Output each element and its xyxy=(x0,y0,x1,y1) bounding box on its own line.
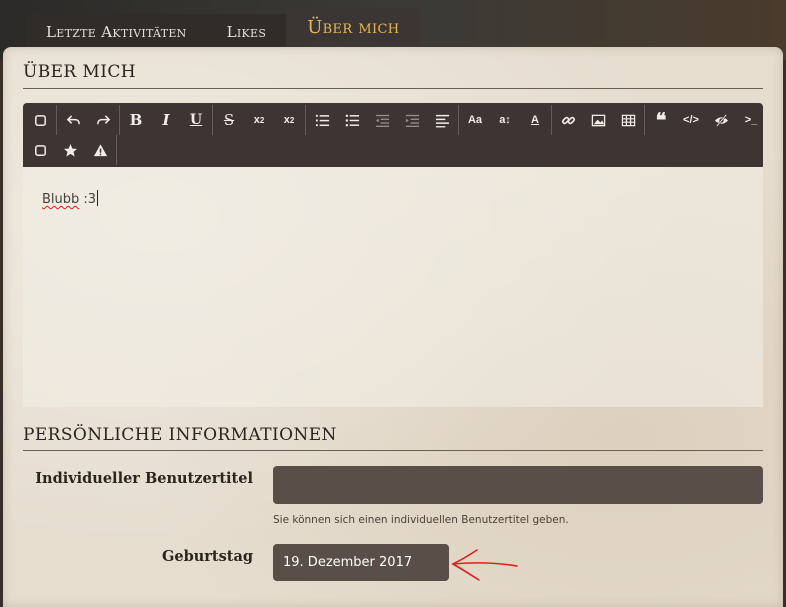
checkbox-icon[interactable] xyxy=(25,105,55,135)
tab-about-me[interactable]: Über mich xyxy=(286,8,421,46)
italic-icon[interactable]: I xyxy=(151,105,181,135)
unordered-list-icon[interactable] xyxy=(337,105,367,135)
tab-likes[interactable]: Likes xyxy=(206,14,287,50)
editor-text-rest: :3 xyxy=(79,192,97,207)
superscript-icon[interactable]: x2 xyxy=(274,105,304,135)
about-section-title: ÜBER MICH xyxy=(23,62,136,82)
line-height-icon[interactable]: a↕ xyxy=(490,105,520,135)
annotation-arrow-icon xyxy=(451,549,518,581)
toolbar-separator xyxy=(119,105,120,135)
align-icon[interactable] xyxy=(427,105,457,135)
editor-content: Blubb :3 xyxy=(42,190,99,207)
image-icon[interactable] xyxy=(583,105,613,135)
editor-toolbar: B I U S x2 x2 Aa a↕ A ❝ </> >_ xyxy=(23,103,763,167)
strikethrough-icon[interactable]: S xyxy=(214,105,244,135)
font-size-icon[interactable]: Aa xyxy=(460,105,490,135)
checkbox-icon[interactable] xyxy=(25,135,55,165)
warning-icon[interactable] xyxy=(85,135,115,165)
user-title-input[interactable] xyxy=(273,466,763,504)
subscript-icon[interactable]: x2 xyxy=(244,105,274,135)
link-icon[interactable] xyxy=(553,105,583,135)
user-title-label: Individueller Benutzertitel xyxy=(35,470,253,487)
section-divider xyxy=(23,88,763,89)
personal-section-title: PERSÖNLICHE INFORMATIONEN xyxy=(23,425,337,445)
toolbar-row-2 xyxy=(25,135,118,165)
outdent-icon[interactable] xyxy=(367,105,397,135)
toolbar-separator xyxy=(116,135,117,165)
toolbar-separator xyxy=(212,105,213,135)
ordered-list-icon[interactable] xyxy=(307,105,337,135)
birthday-input[interactable] xyxy=(273,544,449,581)
toolbar-separator xyxy=(551,105,552,135)
code-icon[interactable]: </> xyxy=(676,105,706,135)
toolbar-separator xyxy=(458,105,459,135)
profile-tabs: Letzte Aktivitäten Likes Über mich xyxy=(26,8,421,50)
spoiler-icon[interactable] xyxy=(706,105,736,135)
toolbar-separator xyxy=(305,105,306,135)
toolbar-row-1: B I U S x2 x2 Aa a↕ A ❝ </> >_ xyxy=(25,105,766,135)
text-caret xyxy=(97,190,99,206)
misspelled-word: Blubb xyxy=(42,192,80,207)
toolbar-separator xyxy=(56,105,57,135)
star-icon[interactable] xyxy=(55,135,85,165)
user-title-hint: Sie können sich einen individuellen Benu… xyxy=(273,514,569,526)
undo-icon[interactable] xyxy=(58,105,88,135)
underline-icon[interactable]: U xyxy=(181,105,211,135)
table-icon[interactable] xyxy=(613,105,643,135)
redo-icon[interactable] xyxy=(88,105,118,135)
birthday-label: Geburtstag xyxy=(161,548,253,565)
content-panel: ÜBER MICH B I U S x2 x2 Aa a↕ A ❝ </> >_… xyxy=(3,47,783,607)
quote-icon[interactable]: ❝ xyxy=(646,105,676,135)
indent-icon[interactable] xyxy=(397,105,427,135)
toolbar-separator xyxy=(644,105,645,135)
about-editor[interactable]: Blubb :3 xyxy=(23,167,763,407)
text-color-icon[interactable]: A xyxy=(520,105,550,135)
tab-recent-activity[interactable]: Letzte Aktivitäten xyxy=(26,14,207,50)
terminal-icon[interactable]: >_ xyxy=(736,105,766,135)
bold-icon[interactable]: B xyxy=(121,105,151,135)
section-divider xyxy=(23,450,763,451)
